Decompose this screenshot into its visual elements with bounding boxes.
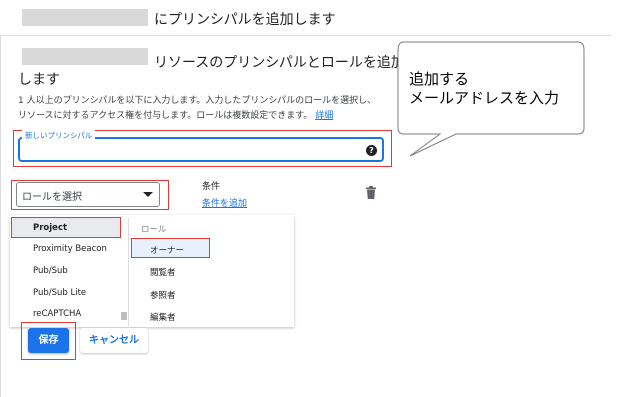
callout-text: 追加する メールアドレスを入力 bbox=[409, 70, 559, 108]
callout-line-1: 追加する bbox=[409, 70, 470, 88]
annotation-callout bbox=[397, 41, 585, 157]
callout-line-2: メールアドレスを入力 bbox=[409, 89, 560, 107]
